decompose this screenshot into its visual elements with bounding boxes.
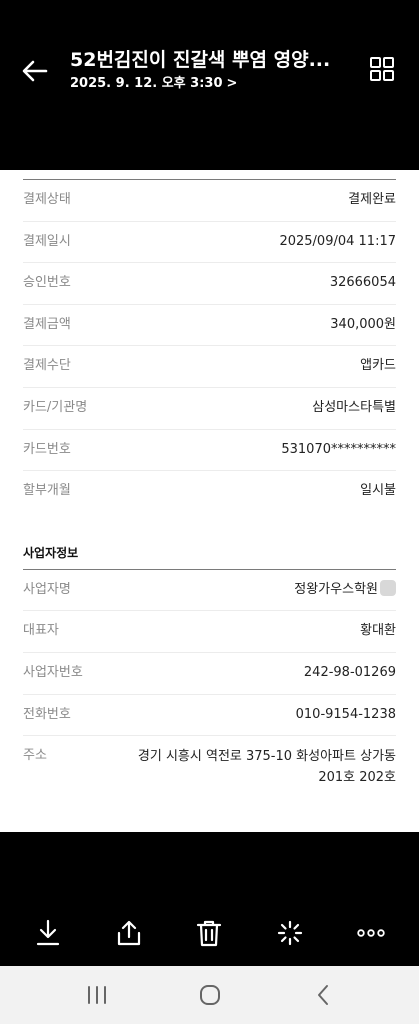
address-row: 주소 경기 시흥시 역전로 375-10 화성아파트 상가동 201호 202호 [23, 736, 396, 796]
row-label: 대표자 [23, 623, 59, 639]
row-value: 결제완료 [348, 192, 396, 207]
card-issuer-row: 카드/기관명 삼성마스타특별 [23, 388, 396, 430]
sparkle-icon [277, 920, 303, 946]
recent-apps-button[interactable] [75, 973, 119, 1017]
payment-status-row: 결제상태 결제완료 [23, 180, 396, 222]
representative-row: 대표자 황대환 [23, 611, 396, 653]
more-icon [356, 929, 385, 937]
row-label: 카드/기관명 [23, 399, 88, 415]
app-header: 52번김진이 진갈색 뿌염 영양... 2025. 9. 12. 오후 3:30… [0, 0, 419, 170]
row-value: 앱카드 [360, 358, 396, 374]
row-label: 결제일시 [23, 233, 71, 249]
trash-icon [197, 920, 222, 947]
row-value: 황대환 [360, 623, 396, 639]
home-button[interactable] [188, 973, 232, 1017]
row-value: 340,000원 [330, 316, 396, 332]
payment-datetime-row: 결제일시 2025/09/04 11:17 [23, 222, 396, 264]
download-button[interactable] [28, 913, 68, 953]
business-name: 정왕가우스학원 [294, 581, 378, 597]
ai-edit-button[interactable] [270, 913, 310, 953]
payment-info-list: 결제상태 결제완료 결제일시 2025/09/04 11:17 승인번호 326… [23, 180, 396, 513]
back-button[interactable] [18, 54, 52, 88]
date-text: 2025. 9. 12. 오후 3:30 [70, 76, 223, 91]
row-value: 정왕가우스학원 [294, 570, 396, 600]
row-value: 일시불 [360, 483, 396, 499]
card-number-row: 카드번호 531070********** [23, 430, 396, 472]
share-icon [117, 920, 140, 946]
row-label: 사업자명 [23, 581, 71, 597]
row-label: 주소 [23, 748, 47, 764]
download-icon [37, 919, 60, 946]
row-value: 경기 시흥시 역전로 375-10 화성아파트 상가동 201호 202호 [126, 736, 396, 788]
approval-number-row: 승인번호 32666054 [23, 263, 396, 305]
row-value: 242-98-01269 [303, 664, 396, 680]
row-value: 삼성마스타특별 [312, 399, 396, 415]
grid-view-button[interactable] [369, 56, 399, 86]
business-info-list: 사업자명 정왕가우스학원 대표자 황대환 사업자번호 242-98-01269 … [23, 570, 396, 796]
phone-number-row: 전화번호 010-9154-1238 [23, 695, 396, 737]
row-value: 2025/09/04 11:17 [279, 233, 396, 249]
row-label: 할부개월 [23, 483, 71, 499]
grid-icon [370, 57, 394, 81]
address-line-1: 경기 시흥시 역전로 375-10 화성아파트 상가동 [137, 749, 396, 765]
business-section-title: 사업자정보 [23, 545, 79, 560]
business-name-row: 사업자명 정왕가우스학원 [23, 570, 396, 612]
bottom-toolbar [0, 900, 419, 966]
row-label: 사업자번호 [23, 664, 83, 680]
page-title: 52번김진이 진갈색 뿌염 영양... [70, 49, 331, 71]
row-value: 32666054 [329, 275, 396, 291]
row-value: 010-9154-1238 [295, 706, 396, 722]
system-navigation-bar [0, 966, 419, 1024]
arrow-left-icon [22, 60, 48, 82]
installment-row: 할부개월 일시불 [23, 471, 396, 513]
address-line-2: 201호 202호 [318, 770, 396, 786]
row-label: 결제금액 [23, 316, 71, 332]
row-label: 카드번호 [23, 441, 71, 457]
row-label: 결제수단 [23, 358, 71, 374]
receipt-content: 결제상태 결제완료 결제일시 2025/09/04 11:17 승인번호 326… [0, 170, 419, 832]
row-label: 승인번호 [23, 275, 71, 291]
back-nav-icon [317, 985, 328, 1005]
payment-amount-row: 결제금액 340,000원 [23, 305, 396, 347]
delete-button[interactable] [189, 913, 229, 953]
payment-method-row: 결제수단 앱카드 [23, 346, 396, 388]
date-link[interactable]: 2025. 9. 12. 오후 3:30 > [70, 75, 237, 93]
share-button[interactable] [109, 913, 149, 953]
business-number-row: 사업자번호 242-98-01269 [23, 653, 396, 695]
recent-apps-icon [87, 986, 106, 1004]
row-label: 결제상태 [23, 192, 71, 207]
more-button[interactable] [351, 913, 391, 953]
row-label: 전화번호 [23, 706, 71, 722]
home-icon [199, 985, 220, 1005]
chevron-right-icon: > [226, 76, 238, 91]
row-value: 531070********** [281, 441, 396, 457]
back-nav-button[interactable] [301, 973, 345, 1017]
redaction-mark [380, 579, 396, 596]
